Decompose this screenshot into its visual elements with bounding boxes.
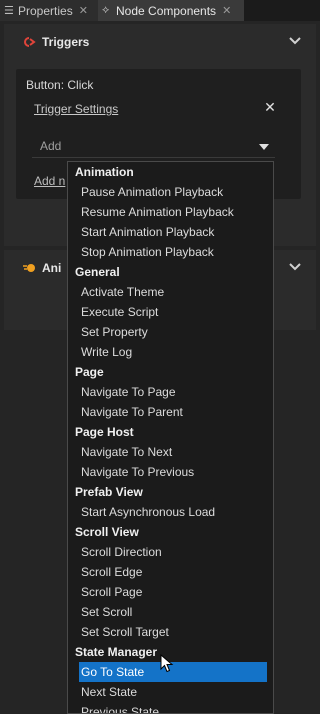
list-icon: ☰: [4, 5, 14, 17]
add-new-trigger-link[interactable]: Add n: [34, 174, 65, 188]
menu-item[interactable]: Start Asynchronous Load: [68, 502, 273, 522]
add-action-placeholder: Add: [40, 139, 62, 153]
tab-node-components-close-icon[interactable]: ✕: [222, 4, 231, 17]
menu-item[interactable]: Execute Script: [68, 302, 273, 322]
triggers-section-title: Triggers: [42, 35, 90, 49]
menu-group-header: Animation: [75, 165, 134, 179]
tab-node-components[interactable]: ⟡ Node Components ✕: [98, 0, 244, 21]
menu-item[interactable]: Stop Animation Playback: [68, 242, 273, 262]
chevron-down-icon[interactable]: [288, 260, 302, 274]
menu-item[interactable]: Next State: [68, 682, 273, 702]
menu-group-header: Prefab View: [75, 485, 143, 499]
menu-group-header: Page Host: [75, 425, 134, 439]
chevron-down-icon[interactable]: [288, 34, 302, 48]
menu-item[interactable]: Set Property: [68, 322, 273, 342]
tab-properties-close-icon[interactable]: ✕: [79, 4, 88, 17]
triggers-section-header[interactable]: Triggers: [4, 24, 316, 60]
menu-item[interactable]: Previous State: [68, 702, 273, 713]
mouse-cursor-icon: [160, 654, 174, 673]
dropdown-arrow-icon: [259, 144, 269, 150]
menu-item[interactable]: Navigate To Next: [68, 442, 273, 462]
trigger-settings-link[interactable]: Trigger Settings: [34, 102, 118, 116]
action-dropdown-menu: Animation Pause Animation Playback Resume …: [67, 161, 274, 714]
tab-node-components-label: Node Components: [116, 3, 217, 18]
menu-item[interactable]: Start Animation Playback: [68, 222, 273, 242]
menu-item[interactable]: Resume Animation Playback: [68, 202, 273, 222]
menu-item[interactable]: Write Log: [68, 342, 273, 362]
trigger-icon: [22, 35, 36, 49]
menu-item[interactable]: Scroll Direction: [68, 542, 273, 562]
trigger-name: Button: Click: [26, 78, 94, 92]
menu-group-header: General: [75, 265, 120, 279]
menu-item[interactable]: Set Scroll Target: [68, 622, 273, 642]
menu-item[interactable]: Scroll Edge: [68, 562, 273, 582]
menu-item[interactable]: Navigate To Page: [68, 382, 273, 402]
animations-section-title: Ani: [42, 261, 62, 275]
menu-item[interactable]: Navigate To Previous: [68, 462, 273, 482]
menu-group-header: Scroll View: [75, 525, 139, 539]
add-action-dropdown[interactable]: Add: [32, 136, 275, 158]
close-icon[interactable]: ✕: [263, 100, 277, 114]
panel-tab-bar: ☰ Properties ✕ ⟡ Node Components ✕: [0, 0, 320, 21]
menu-item[interactable]: Pause Animation Playback: [68, 182, 273, 202]
menu-item[interactable]: Scroll Page: [68, 582, 273, 602]
node-components-icon: ⟡: [102, 4, 110, 16]
menu-item[interactable]: Navigate To Parent: [68, 402, 273, 422]
menu-item[interactable]: Activate Theme: [68, 282, 273, 302]
menu-group-header: Page: [75, 365, 104, 379]
animation-icon: [22, 261, 36, 275]
tab-properties-label: Properties: [18, 3, 73, 18]
tab-properties[interactable]: ☰ Properties ✕: [0, 0, 98, 21]
menu-item[interactable]: Set Scroll: [68, 602, 273, 622]
